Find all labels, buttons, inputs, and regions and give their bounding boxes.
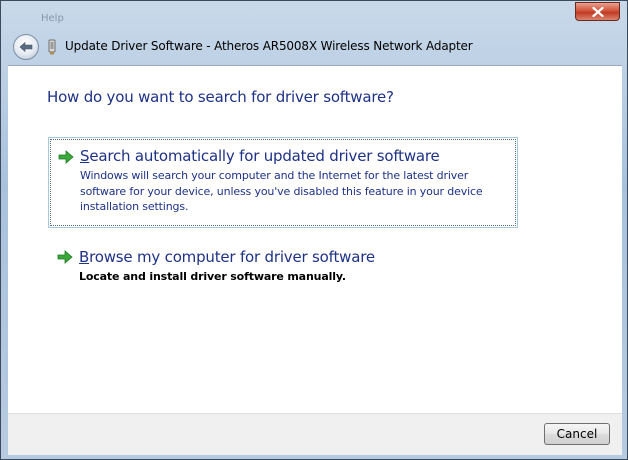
green-arrow-icon <box>57 250 73 264</box>
option-title: Search automatically for updated driver … <box>80 147 440 165</box>
dialog-frame: Help Update Driver Software - Atheros AR… <box>0 0 628 460</box>
option-description: Windows will search your computer and th… <box>80 169 483 213</box>
dialog-footer: Cancel <box>8 413 622 455</box>
green-arrow-icon <box>58 150 74 164</box>
option-title-rest: rowse my computer for driver software <box>89 248 375 266</box>
close-button[interactable] <box>575 2 620 21</box>
dialog-content: How do you want to search for driver sof… <box>8 65 622 414</box>
browse-computer-option[interactable]: Browse my computer for driver software L… <box>48 243 518 293</box>
back-arrow-icon <box>19 41 33 53</box>
background-ghost-text: Help <box>41 13 64 24</box>
option-description: Locate and install driver software manua… <box>79 270 346 283</box>
accelerator-letter: S <box>80 147 90 165</box>
window-title: Update Driver Software - Atheros AR5008X… <box>65 39 473 53</box>
title-bar: Update Driver Software - Atheros AR5008X… <box>8 31 622 65</box>
accelerator-letter: B <box>79 248 90 266</box>
option-title: Browse my computer for driver software <box>79 248 375 266</box>
page-heading: How do you want to search for driver sof… <box>47 88 394 106</box>
cancel-button[interactable]: Cancel <box>544 423 610 445</box>
option-title-rest: earch automatically for updated driver s… <box>89 147 440 165</box>
search-automatically-option[interactable]: Search automatically for updated driver … <box>48 137 518 228</box>
back-button[interactable] <box>13 34 39 60</box>
close-icon <box>591 6 604 17</box>
network-adapter-icon <box>48 39 56 55</box>
